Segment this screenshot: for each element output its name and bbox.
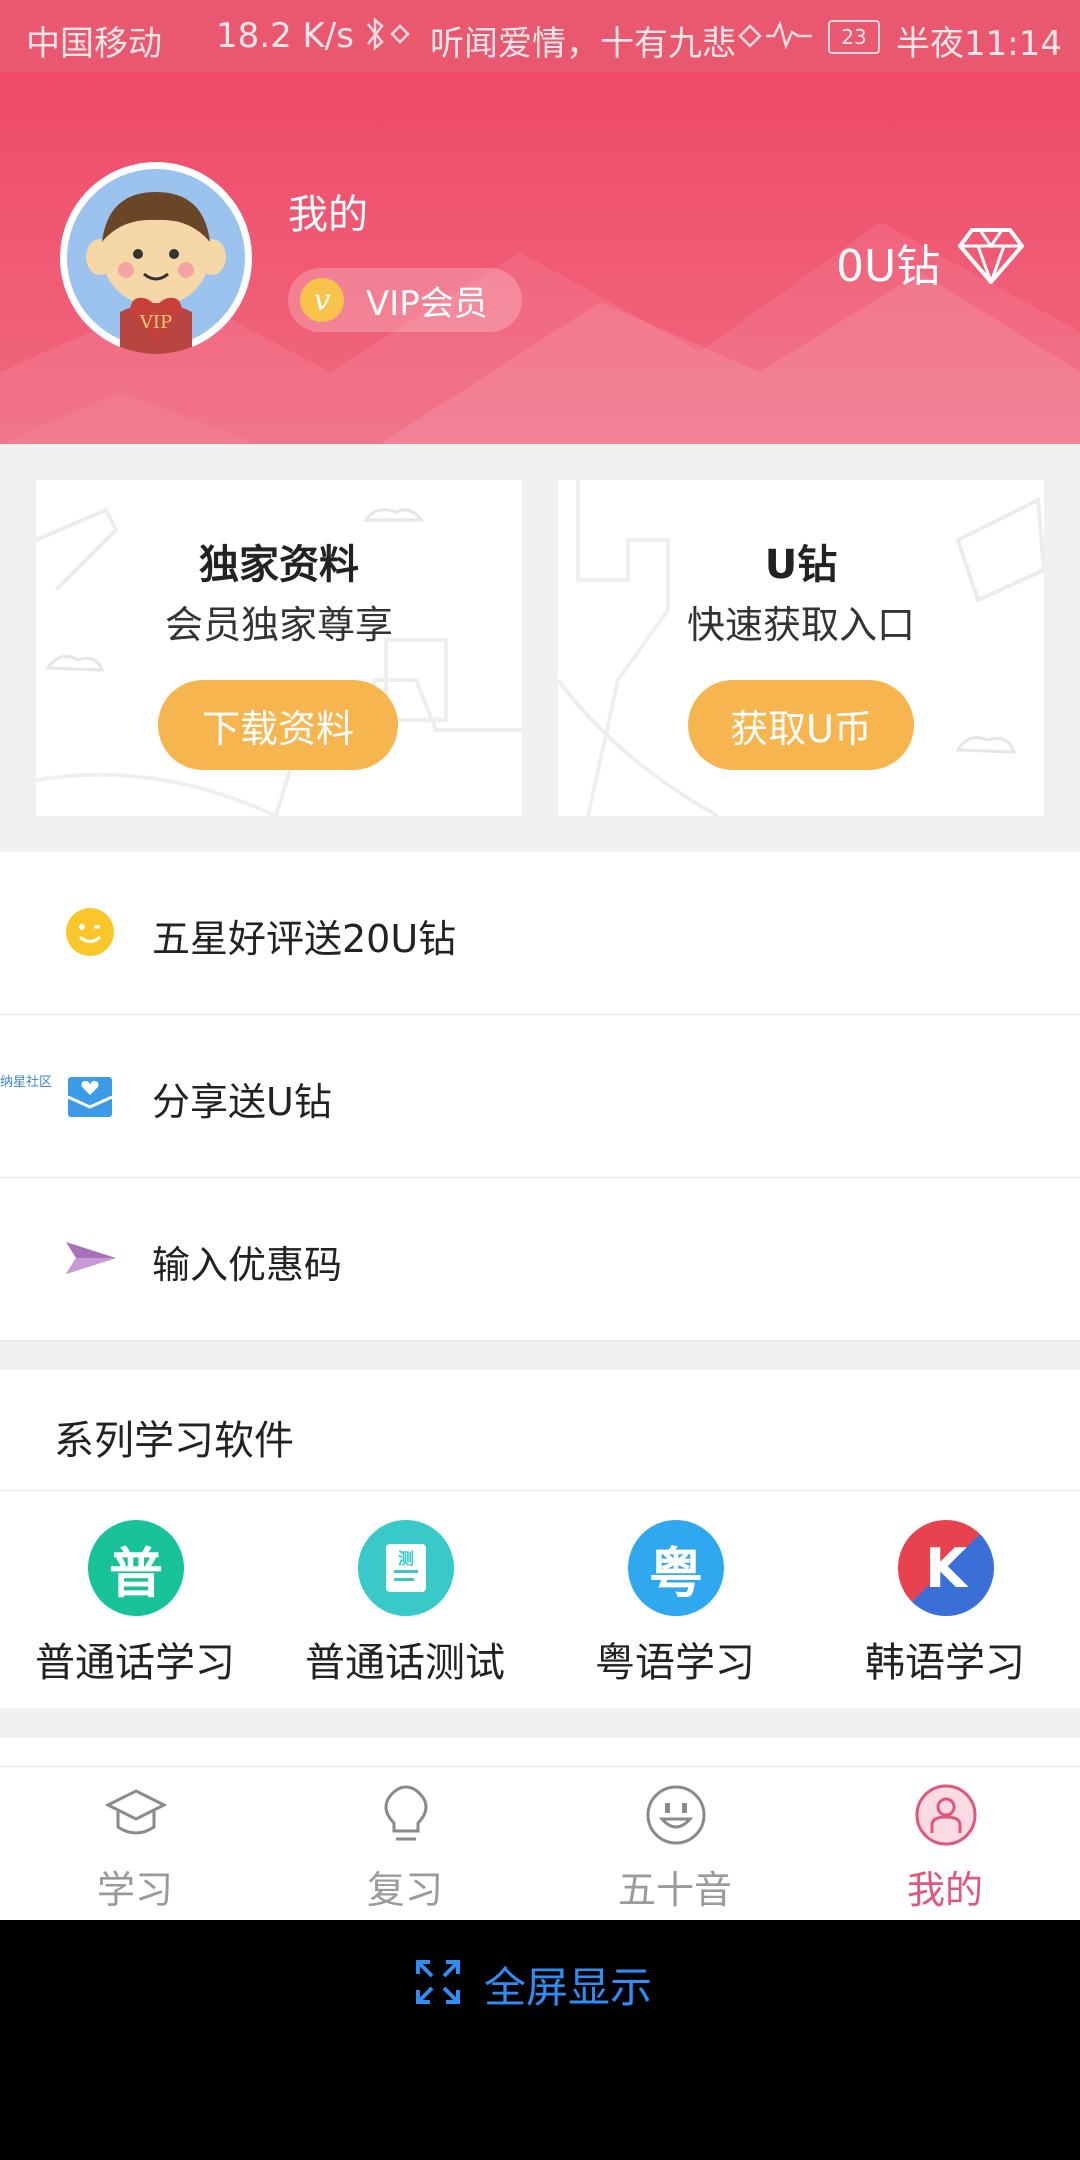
app-mandarin-test[interactable]: 测 普通话测试 <box>270 1520 540 1690</box>
svg-text:测: 测 <box>398 1549 414 1568</box>
list-item-coupon-code[interactable]: 输入优惠码 <box>0 1178 1080 1341</box>
profile-header: VIP 我的 v VIP会员 0U钻 <box>0 72 1080 444</box>
section-title: 系列学习软件 <box>54 1418 294 1464</box>
bluetooth-icon <box>360 14 420 63</box>
coin-balance[interactable]: 0U钻 <box>836 230 940 294</box>
status-bar: 中国移动 18.2 K/s 听闻爱情，十有九悲 23 半夜11:14 <box>0 0 1080 72</box>
lightbulb-icon <box>374 1783 438 1847</box>
vip-label: VIP会员 <box>366 283 488 324</box>
mandarin-test-app-icon: 测 <box>358 1520 454 1616</box>
network-speed: 18.2 K/s <box>216 16 354 56</box>
next-section-peek <box>0 1738 1080 1768</box>
graduation-cap-icon <box>104 1783 168 1847</box>
signal-icon <box>736 14 816 63</box>
clock: 半夜11:14 <box>896 24 1062 64</box>
app-cantonese-learning[interactable]: 粤 粤语学习 <box>540 1520 810 1690</box>
tab-label: 复习 <box>366 1868 443 1912</box>
vip-badge-icon: v <box>300 278 344 322</box>
series-apps-section: 系列学习软件 普 普通话学习 测 普通话测试 粤 粤语学习 K 韩语学习 <box>0 1370 1080 1708</box>
fullscreen-bar: 全屏显示 <box>0 1920 1080 2160</box>
list-item-five-star-review[interactable]: 五星好评送20U钻 <box>0 852 1080 1015</box>
divider <box>0 1490 1080 1491</box>
paper-plane-icon <box>62 1230 118 1286</box>
card-subtitle: 会员独家尊享 <box>164 603 393 647</box>
card-title: U钻 <box>764 542 838 588</box>
card-subtitle: 快速获取入口 <box>686 603 915 647</box>
app-korean-learning[interactable]: K 韩语学习 <box>810 1520 1080 1690</box>
korean-app-icon: K <box>898 1520 994 1616</box>
app-label: 韩语学习 <box>865 1640 1025 1686</box>
card-title: 独家资料 <box>199 542 359 588</box>
tab-mine[interactable]: 我的 <box>810 1767 1080 1921</box>
vip-membership-button[interactable]: v VIP会员 <box>288 268 522 332</box>
bottom-tab-bar: 学习 复习 五十音 我的 <box>0 1766 1080 1921</box>
u-diamond-card[interactable]: U钻 快速获取入口 获取U币 <box>558 480 1044 816</box>
app-label: 粤语学习 <box>595 1640 755 1686</box>
user-icon <box>914 1783 978 1847</box>
tab-kana[interactable]: 五十音 <box>540 1767 810 1921</box>
community-tag: 纳星社区 <box>0 1075 53 1090</box>
avatar[interactable]: VIP <box>60 162 252 354</box>
battery-icon: 23 <box>828 20 880 54</box>
tab-label: 我的 <box>906 1868 983 1912</box>
list-item-label: 分享送U钻 <box>152 1080 332 1124</box>
carrier-name: 中国移动 <box>26 24 162 64</box>
tab-label: 五十音 <box>617 1868 732 1912</box>
now-playing-text: 听闻爱情，十有九悲 <box>430 24 736 64</box>
fullscreen-button[interactable]: 全屏显示 <box>414 1954 652 2014</box>
smile-icon <box>62 904 118 960</box>
tab-study[interactable]: 学习 <box>0 1767 270 1921</box>
download-materials-button[interactable]: 下载资料 <box>158 680 398 770</box>
list-item-label: 五星好评送20U钻 <box>152 917 457 961</box>
list-item-label: 输入优惠码 <box>152 1243 343 1287</box>
tab-review[interactable]: 复习 <box>270 1767 540 1921</box>
diamond-icon[interactable] <box>957 226 1025 288</box>
mandarin-app-icon: 普 <box>88 1520 184 1616</box>
tab-label: 学习 <box>96 1868 173 1912</box>
expand-icon <box>414 1958 462 2010</box>
page-title: 我的 <box>288 192 368 238</box>
svg-text:VIP: VIP <box>139 312 172 333</box>
cantonese-app-icon: 粤 <box>628 1520 724 1616</box>
get-coins-button[interactable]: 获取U币 <box>688 680 914 770</box>
app-mandarin-learning[interactable]: 普 普通话学习 <box>0 1520 270 1690</box>
share-envelope-icon <box>62 1067 118 1123</box>
exclusive-materials-card[interactable]: 独家资料 会员独家尊享 下载资料 <box>36 480 522 816</box>
list-item-share[interactable]: 纳星社区 分享送U钻 <box>0 1015 1080 1178</box>
app-label: 普通话测试 <box>305 1640 505 1686</box>
app-label: 普通话学习 <box>35 1640 235 1686</box>
fullscreen-label: 全屏显示 <box>484 1962 653 2012</box>
smiley-face-icon <box>644 1783 708 1847</box>
